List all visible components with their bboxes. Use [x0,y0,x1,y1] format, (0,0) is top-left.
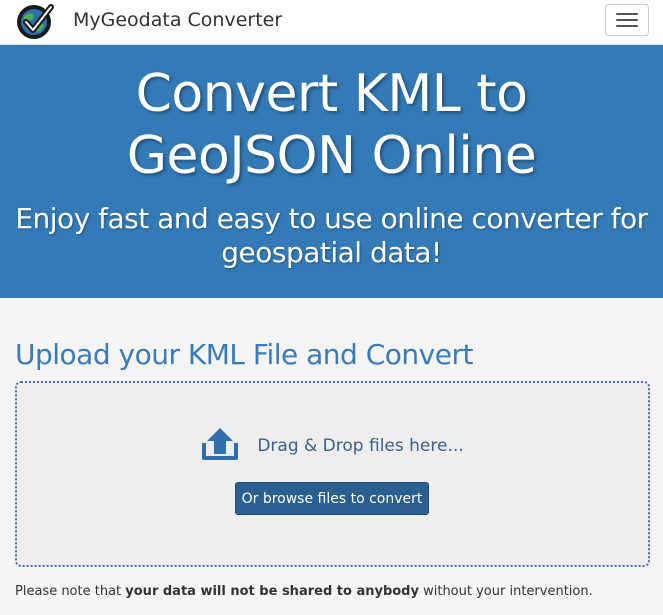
menu-bar [616,13,638,15]
hero-subtitle: Enjoy fast and easy to use online conver… [0,202,663,270]
upload-icon [201,427,239,465]
privacy-note-emphasis: your data will not be shared to anybody [125,584,419,599]
privacy-note-suffix: without your intervention. [418,584,593,599]
menu-bar [616,19,638,21]
hero-title-line2: GeoJSON Online [126,126,537,186]
top-navbar: MyGeodata Converter [0,0,663,45]
menu-bar [616,25,638,27]
hero-subtitle-line1: Enjoy fast and easy to use online conver… [15,202,648,235]
browse-files-button[interactable]: Or browse files to convert [235,482,429,515]
hero-title-line1: Convert KML to [135,64,528,124]
hero-title: Convert KML to GeoJSON Online [0,63,663,187]
hero-banner: Convert KML to GeoJSON Online Enjoy fast… [0,45,663,298]
privacy-note: Please note that your data will not be s… [15,584,593,599]
hamburger-menu-button[interactable] [605,4,649,36]
upload-section-title: Upload your KML File and Convert [15,338,473,371]
privacy-note-prefix: Please note that [15,584,126,599]
globe-check-icon[interactable] [14,1,56,41]
dropzone-text: Drag & Drop files here... [257,436,464,456]
hero-subtitle-line2: geospatial data! [221,236,442,269]
file-dropzone[interactable]: Drag & Drop files here... Or browse file… [15,381,650,567]
main-content: Upload your KML File and Convert Drag & … [0,298,663,615]
brand-link[interactable]: MyGeodata Converter [73,9,282,31]
dropzone-prompt: Drag & Drop files here... [17,427,648,465]
